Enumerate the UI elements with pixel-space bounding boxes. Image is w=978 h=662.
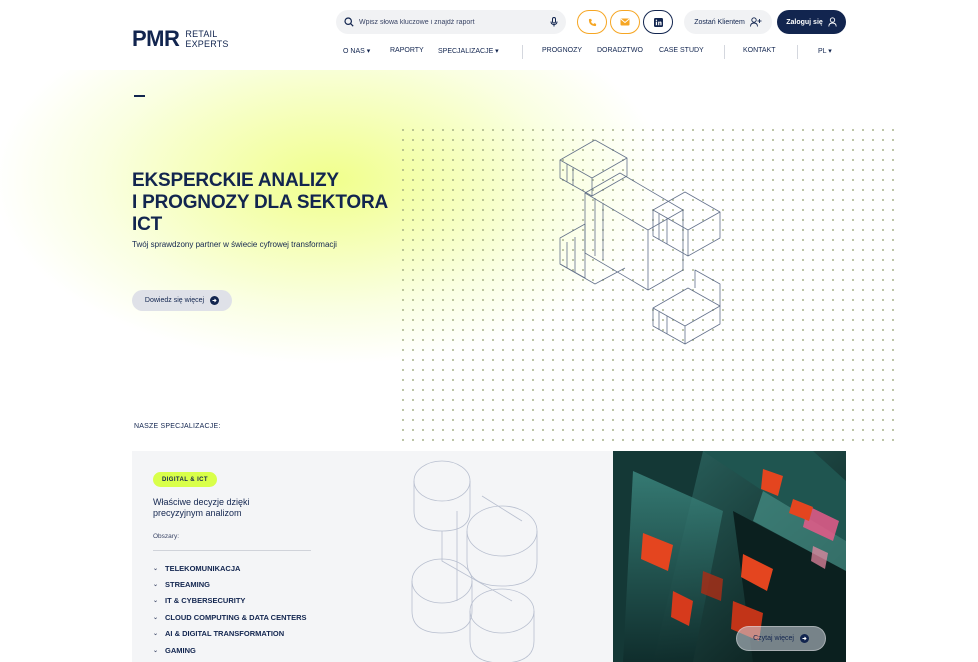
- category-badge: DIGITAL & ICT: [153, 472, 217, 487]
- area-label: AI & DIGITAL TRANSFORMATION: [165, 629, 285, 639]
- nav-item-o-nas[interactable]: O NAS ▾: [343, 47, 370, 55]
- logo-subtitle: RETAIL EXPERTS: [185, 29, 228, 49]
- chevron-down-icon: ⌄: [153, 647, 159, 654]
- mail-icon: [620, 18, 630, 26]
- read-more-button[interactable]: Czytaj więcej: [736, 626, 826, 651]
- add-user-icon: [749, 17, 762, 27]
- list-item[interactable]: ⌄ IT & CYBERSECURITY: [153, 593, 307, 609]
- search-bar[interactable]: [336, 10, 566, 34]
- specialization-card: DIGITAL & ICT Właściwe decyzje dzięki pr…: [132, 451, 614, 662]
- email-button[interactable]: [610, 10, 640, 34]
- nav-item-specjalizacje[interactable]: SPECJALIZACJE ▾: [438, 47, 499, 55]
- phone-icon: [588, 18, 596, 26]
- linkedin-button[interactable]: [643, 10, 673, 34]
- main-navigation: O NAS ▾ RAPORTY SPECJALIZACJE ▾ PROGNOZY…: [0, 45, 978, 59]
- specializations-label: NASZE SPECJALIZACJE:: [134, 423, 221, 430]
- isometric-blocks-illustration: [559, 139, 721, 345]
- list-item[interactable]: ⌄ STREAMING: [153, 576, 307, 592]
- learn-more-button[interactable]: Dowiedz się więcej: [132, 290, 232, 311]
- login-label: Zaloguj się: [786, 18, 823, 26]
- list-item[interactable]: ⌄ CLOUD COMPUTING & DATA CENTERS: [153, 609, 307, 625]
- area-label: STREAMING: [165, 580, 210, 590]
- list-item[interactable]: ⌄ AI & DIGITAL TRANSFORMATION: [153, 626, 307, 642]
- arrow-right-icon: [799, 634, 809, 643]
- nav-item-case-study[interactable]: CASE STUDY: [659, 47, 704, 54]
- become-client-button[interactable]: Zostań Klientem: [684, 10, 772, 34]
- list-item[interactable]: ⌄ GAMING: [153, 642, 307, 658]
- areas-list: ⌄ TELEKOMUNIKACJA ⌄ STREAMING ⌄ IT & CYBERS…: [153, 560, 307, 658]
- language-selector[interactable]: PL ▾: [818, 47, 832, 55]
- microphone-icon[interactable]: [550, 17, 558, 27]
- hero-accent-dash: [134, 95, 145, 97]
- nav-item-kontakt[interactable]: KONTAKT: [743, 47, 776, 54]
- areas-label: Obszary:: [153, 533, 180, 540]
- search-icon[interactable]: [344, 17, 354, 27]
- chevron-down-icon: ⌄: [153, 614, 159, 621]
- phone-button[interactable]: [577, 10, 607, 34]
- logo-subtitle-line-1: RETAIL: [185, 29, 218, 39]
- site-header: PMR RETAIL EXPERTS Wpisz słowa kluczowe …: [0, 0, 978, 70]
- become-client-label: Zostań Klientem: [694, 18, 745, 26]
- card-title: Właściwe decyzje dzięki precyzyjnym anal…: [153, 497, 250, 518]
- nav-item-raporty[interactable]: RAPORTY: [390, 47, 424, 54]
- divider: [153, 550, 311, 551]
- chevron-down-icon: ⌄: [153, 582, 159, 589]
- user-icon: [828, 17, 837, 27]
- hero-title-line-1: EKSPERCKIE ANALIZY: [132, 170, 339, 191]
- chevron-down-icon: ⌄: [153, 598, 159, 605]
- area-label: GAMING: [165, 645, 196, 655]
- arrow-right-icon: [210, 296, 220, 305]
- chevron-down-icon: ⌄: [153, 565, 159, 572]
- nav-item-doradztwo[interactable]: DORADZTWO: [597, 47, 643, 54]
- nav-divider: [797, 45, 798, 59]
- area-label: IT & CYBERSECURITY: [165, 596, 246, 606]
- hero-title-line-2: I PROGNOZY DLA SEKTORA: [132, 192, 388, 213]
- hero-title: EKSPERCKIE ANALIZY I PROGNOZY DLA SEKTOR…: [132, 170, 402, 236]
- nav-divider: [724, 45, 725, 59]
- area-label: TELEKOMUNIKACJA: [165, 563, 241, 573]
- nav-divider: [522, 45, 523, 59]
- linkedin-icon: [653, 17, 663, 27]
- chevron-down-icon: ⌄: [153, 631, 159, 638]
- learn-more-label: Dowiedz się więcej: [144, 297, 205, 304]
- nav-item-prognozy[interactable]: PROGNOZY: [542, 47, 582, 54]
- search-input[interactable]: [359, 18, 550, 26]
- hero-title-line-3: ICT: [132, 214, 163, 235]
- abstract-architecture-image: Czytaj więcej: [613, 451, 846, 662]
- login-button[interactable]: Zaloguj się: [777, 10, 846, 34]
- card-line-art: [411, 460, 538, 662]
- list-item[interactable]: ⌄ TELEKOMUNIKACJA: [153, 560, 307, 576]
- read-more-label: Czytaj więcej: [753, 635, 794, 642]
- hero-subtitle: Twój sprawdzony partner w świecie cyfrow…: [132, 240, 337, 249]
- area-label: CLOUD COMPUTING & DATA CENTERS: [165, 612, 307, 622]
